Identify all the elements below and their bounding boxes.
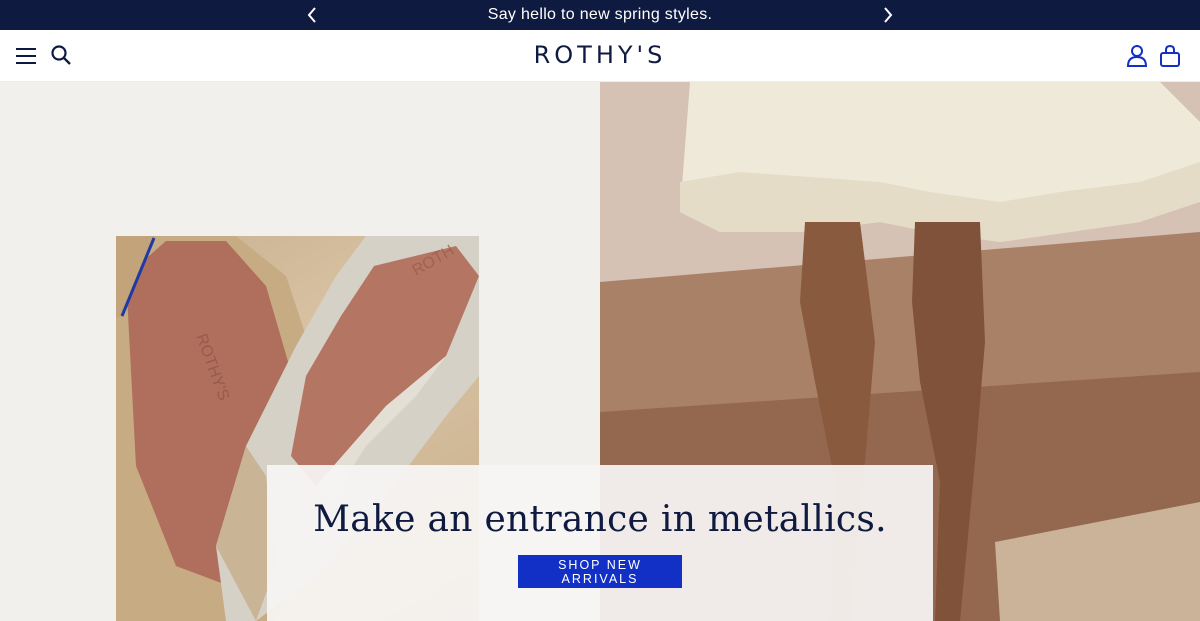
chevron-right-icon[interactable] [878, 5, 898, 25]
account-icon[interactable] [1125, 43, 1149, 69]
announcement-bar: Say hello to new spring styles. [0, 0, 1200, 30]
site-header: ROTHY'S [0, 30, 1200, 82]
brand-logo[interactable]: ROTHY'S [500, 40, 700, 70]
shop-new-arrivals-button[interactable]: SHOP NEW ARRIVALS [518, 555, 682, 588]
hero-headline: Make an entrance in metallics. [313, 499, 887, 540]
menu-icon[interactable] [14, 44, 38, 68]
search-icon[interactable] [49, 43, 73, 67]
bag-icon[interactable] [1157, 43, 1183, 69]
announcement-text: Say hello to new spring styles. [487, 6, 713, 23]
chevron-left-icon[interactable] [302, 5, 322, 25]
promo-card: Make an entrance in metallics. SHOP NEW … [267, 465, 933, 621]
